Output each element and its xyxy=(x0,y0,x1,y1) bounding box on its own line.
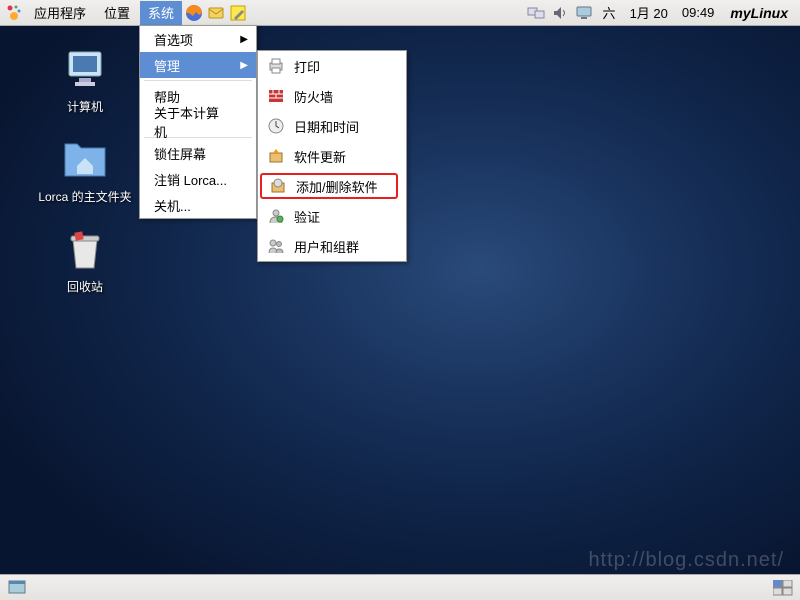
menu-separator xyxy=(144,80,252,81)
hostname-label: myLinux xyxy=(722,5,796,21)
show-desktop-button[interactable] xyxy=(6,577,28,599)
datetime-label: 日期和时间 xyxy=(294,117,359,136)
auth-label: 验证 xyxy=(294,207,320,226)
display-icon[interactable] xyxy=(573,2,595,24)
clock-icon xyxy=(266,116,286,136)
firefox-icon[interactable] xyxy=(184,3,204,23)
package-icon xyxy=(268,176,288,196)
chevron-right-icon: ▶ xyxy=(240,60,248,71)
menu-item-preferences[interactable]: 首选项 ▶ xyxy=(140,26,256,52)
preferences-label: 首选项 xyxy=(154,30,193,49)
update-icon xyxy=(266,146,286,166)
top-panel: 应用程序 位置 系统 六 1月 20 09:49 myLinux xyxy=(0,0,800,26)
computer-icon xyxy=(61,46,109,94)
trash-icon xyxy=(61,226,109,274)
clock-day[interactable]: 六 xyxy=(597,3,622,22)
users-label: 用户和组群 xyxy=(294,237,359,256)
volume-icon[interactable] xyxy=(549,2,571,24)
printing-label: 打印 xyxy=(294,57,320,76)
menu-applications[interactable]: 应用程序 xyxy=(26,1,94,25)
administration-label: 管理 xyxy=(154,56,180,75)
home-label: Lorca 的主文件夹 xyxy=(30,188,140,205)
auth-icon xyxy=(266,206,286,226)
users-icon xyxy=(266,236,286,256)
menu-system[interactable]: 系统 xyxy=(140,1,182,25)
addremove-label: 添加/删除软件 xyxy=(296,177,378,196)
submenu-item-update[interactable]: 软件更新 xyxy=(258,141,406,171)
mail-icon[interactable] xyxy=(206,3,226,23)
menu-places[interactable]: 位置 xyxy=(96,1,138,25)
submenu-item-addremove[interactable]: 添加/删除软件 xyxy=(258,171,406,201)
desktop-icon-trash[interactable]: 回收站 xyxy=(30,226,140,295)
menu-item-about[interactable]: 关于本计算机 xyxy=(140,109,256,135)
system-menu: 首选项 ▶ 管理 ▶ 帮助 关于本计算机 锁住屏幕 注销 Lorca... 关机… xyxy=(139,25,257,219)
printer-icon xyxy=(266,56,286,76)
desktop-icon-computer[interactable]: 计算机 xyxy=(30,46,140,115)
gnome-foot-icon[interactable] xyxy=(4,3,24,23)
desktop-icon-home[interactable]: Lorca 的主文件夹 xyxy=(30,136,140,205)
menu-item-shutdown[interactable]: 关机... xyxy=(140,192,256,218)
submenu-item-firewall[interactable]: 防火墙 xyxy=(258,81,406,111)
network-icon[interactable] xyxy=(525,2,547,24)
notes-icon[interactable] xyxy=(228,3,248,23)
computer-label: 计算机 xyxy=(30,98,140,115)
administration-submenu: 打印 防火墙 日期和时间 软件更新 添加/删除软件 验证 用户和组群 xyxy=(257,50,407,262)
submenu-item-printing[interactable]: 打印 xyxy=(258,51,406,81)
update-label: 软件更新 xyxy=(294,147,346,166)
chevron-right-icon: ▶ xyxy=(240,34,248,45)
trash-label: 回收站 xyxy=(30,278,140,295)
submenu-item-datetime[interactable]: 日期和时间 xyxy=(258,111,406,141)
clock-time: 09:49 xyxy=(676,5,721,20)
firewall-label: 防火墙 xyxy=(294,87,333,106)
submenu-item-auth[interactable]: 验证 xyxy=(258,201,406,231)
clock-date: 1月 20 xyxy=(624,3,674,22)
menu-item-lock[interactable]: 锁住屏幕 xyxy=(140,140,256,166)
menu-item-logout[interactable]: 注销 Lorca... xyxy=(140,166,256,192)
bottom-panel xyxy=(0,574,800,600)
home-folder-icon xyxy=(61,136,109,184)
menu-item-administration[interactable]: 管理 ▶ xyxy=(140,52,256,78)
watermark: http://blog.csdn.net/ xyxy=(588,549,784,572)
firewall-icon xyxy=(266,86,286,106)
submenu-item-users[interactable]: 用户和组群 xyxy=(258,231,406,261)
highlight-box: 添加/删除软件 xyxy=(260,173,398,199)
workspace-switcher[interactable] xyxy=(772,577,794,599)
